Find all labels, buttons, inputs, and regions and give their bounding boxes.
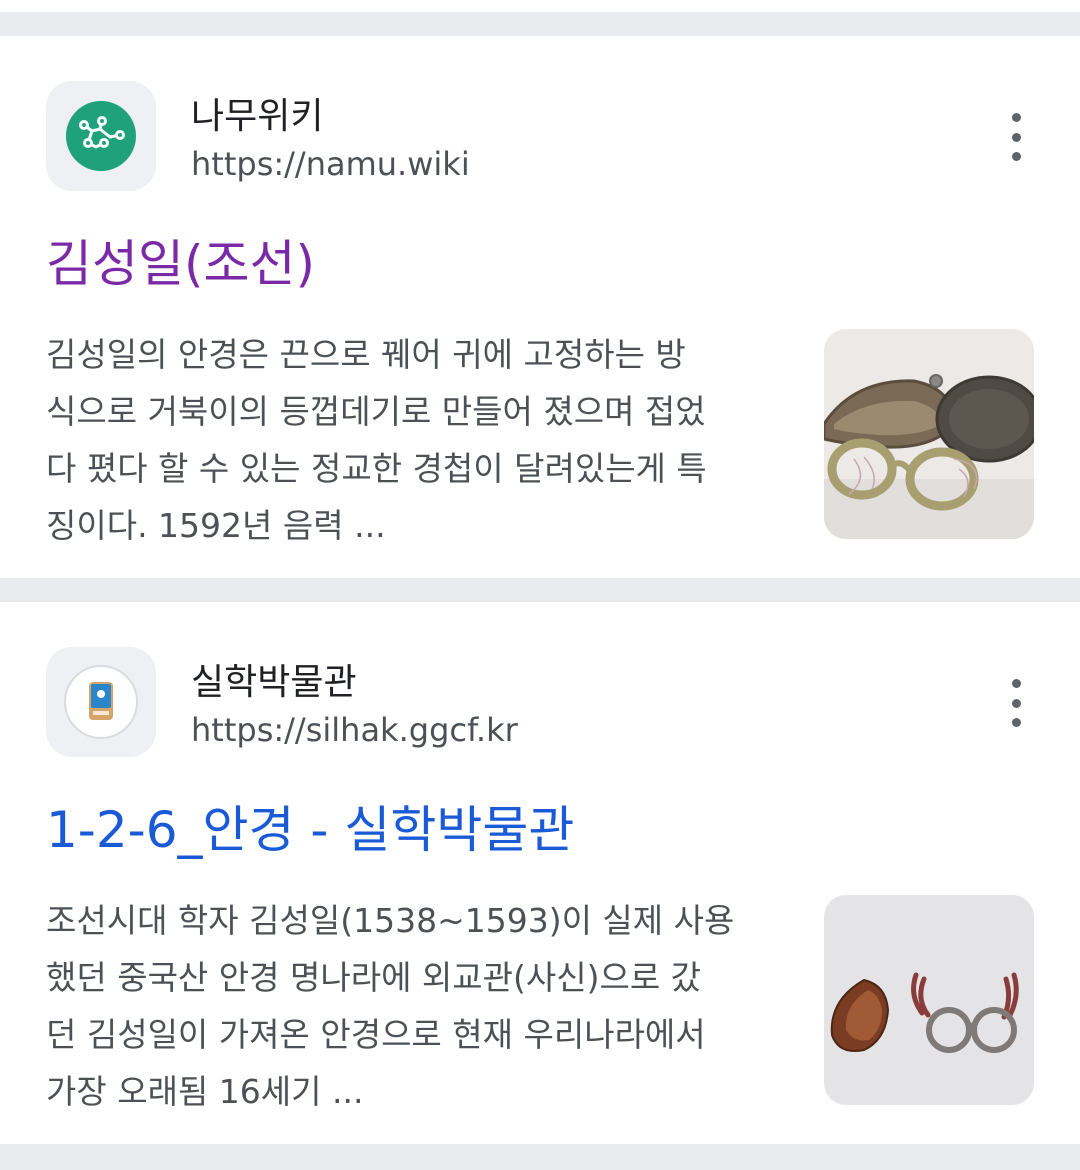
more-vert-icon — [1011, 113, 1021, 122]
snippet-line: 했던 중국산 안경 명나라에 외교관(사신)으로 갔 — [46, 958, 702, 997]
site-name: 나무위키 — [191, 96, 324, 137]
result-thumbnail[interactable] — [824, 895, 1034, 1105]
more-vert-icon — [1011, 679, 1021, 688]
silhak-museum-logo-icon — [46, 647, 156, 757]
result-snippet: 조선시대 학자 김성일(1538~1593)이 실제 사용 했던 중국산 안경 … — [46, 892, 786, 1120]
top-divider — [0, 0, 1080, 12]
site-url: https://namu.wiki — [191, 145, 470, 183]
snippet-line: 식으로 거북이의 등껍데기로 만들어 졌으며 접었 — [46, 392, 706, 431]
more-options-button[interactable] — [998, 679, 1034, 727]
section-separator — [0, 12, 1080, 36]
tortoiseshell-glasses-photo — [824, 329, 1034, 539]
site-info[interactable]: 실학박물관 https://silhak.ggcf.kr — [46, 647, 1034, 757]
site-url: https://silhak.ggcf.kr — [191, 711, 518, 749]
result-title-link[interactable]: 1-2-6_안경 - 실학박물관 — [46, 790, 574, 862]
result-thumbnail[interactable] — [824, 329, 1034, 539]
snippet-line: 다 폈다 할 수 있는 정교한 경첩이 달려있는게 특 — [46, 449, 707, 488]
result-snippet: 김성일의 안경은 끈으로 꿰어 귀에 고정하는 방 식으로 거북이의 등껍데기로… — [46, 326, 786, 554]
snippet-line: 김성일의 안경은 끈으로 꿰어 귀에 고정하는 방 — [46, 335, 686, 374]
search-result-card: 실학박물관 https://silhak.ggcf.kr 1-2-6_안경 - … — [0, 602, 1080, 1144]
site-name: 실학박물관 — [191, 662, 357, 703]
snippet-line: 조선시대 학자 김성일(1538~1593)이 실제 사용 — [46, 901, 735, 940]
antique-glasses-with-case-photo — [824, 895, 1034, 1105]
namu-wiki-logo-icon — [46, 81, 156, 191]
more-options-button[interactable] — [998, 113, 1034, 161]
result-title-link[interactable]: 김성일(조선) — [46, 224, 315, 296]
snippet-line: 던 김성일이 가져온 안경으로 현재 우리나라에서 — [46, 1015, 706, 1054]
site-info[interactable]: 나무위키 https://namu.wiki — [46, 81, 1034, 191]
snippet-line: 징이다. 1592년 음력 ... — [46, 506, 386, 545]
snippet-line: 가장 오래됨 16세기 ... — [46, 1072, 364, 1111]
search-result-card: 나무위키 https://namu.wiki 김성일(조선) 김성일의 안경은 … — [0, 36, 1080, 578]
section-separator — [0, 578, 1080, 602]
section-separator — [0, 1144, 1080, 1168]
